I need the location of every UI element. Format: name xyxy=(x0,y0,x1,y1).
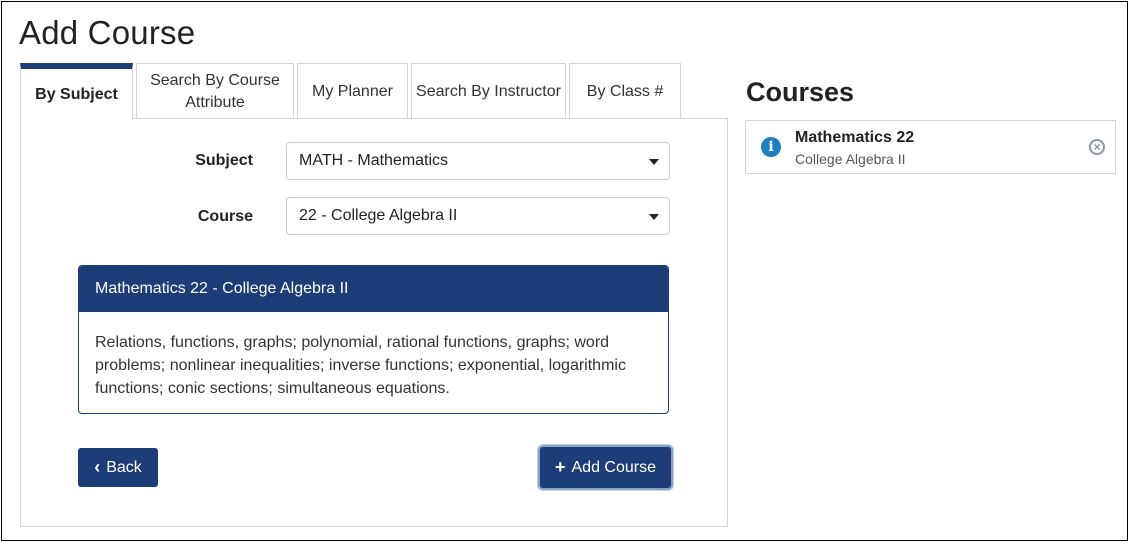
tab-by-class-number[interactable]: By Class # xyxy=(569,63,681,119)
selected-course-item: i Mathematics 22 College Algebra II × xyxy=(745,120,1116,174)
remove-course-icon[interactable]: × xyxy=(1089,139,1105,155)
tab-search-by-course-attribute[interactable]: Search By Course Attribute xyxy=(136,63,294,119)
course-description-card: Mathematics 22 - College Algebra II Rela… xyxy=(78,265,669,414)
subject-select[interactable]: MATH - Mathematics xyxy=(286,142,670,180)
course-card-body: Relations, functions, graphs; polynomial… xyxy=(95,334,626,397)
tab-label: By Subject xyxy=(35,85,118,103)
course-select-value: 22 - College Algebra II xyxy=(299,207,458,224)
tab-label: Search By Course Attribute xyxy=(150,71,280,111)
course-card-title: Mathematics 22 - College Algebra II xyxy=(95,280,349,297)
back-button[interactable]: ‹ Back xyxy=(78,448,158,487)
caret-down-icon xyxy=(649,214,659,220)
selected-course-name: Mathematics 22 xyxy=(795,129,915,146)
course-card-header: Mathematics 22 - College Algebra II xyxy=(79,266,668,312)
chevron-left-icon: ‹ xyxy=(94,457,101,477)
back-button-label: Back xyxy=(106,458,142,476)
subject-select-value: MATH - Mathematics xyxy=(299,152,449,169)
tab-search-by-instructor[interactable]: Search By Instructor xyxy=(411,63,566,119)
tab-label: Search By Instructor xyxy=(416,82,561,100)
info-icon[interactable]: i xyxy=(761,137,781,157)
selected-course-description: College Algebra II xyxy=(795,151,906,167)
tab-label: My Planner xyxy=(312,82,393,100)
page-title: Add Course xyxy=(19,14,196,51)
tab-by-subject[interactable]: By Subject xyxy=(20,63,133,120)
course-label: Course xyxy=(197,208,253,225)
add-course-button[interactable]: + Add Course xyxy=(540,447,671,488)
subject-label: Subject xyxy=(195,152,253,169)
caret-down-icon xyxy=(649,159,659,165)
plus-icon: + xyxy=(554,457,566,477)
courses-title: Courses xyxy=(746,77,855,107)
tab-label: By Class # xyxy=(586,82,664,100)
tab-my-planner[interactable]: My Planner xyxy=(297,63,408,119)
add-course-button-label: Add Course xyxy=(571,458,657,476)
course-select[interactable]: 22 - College Algebra II xyxy=(286,197,670,235)
